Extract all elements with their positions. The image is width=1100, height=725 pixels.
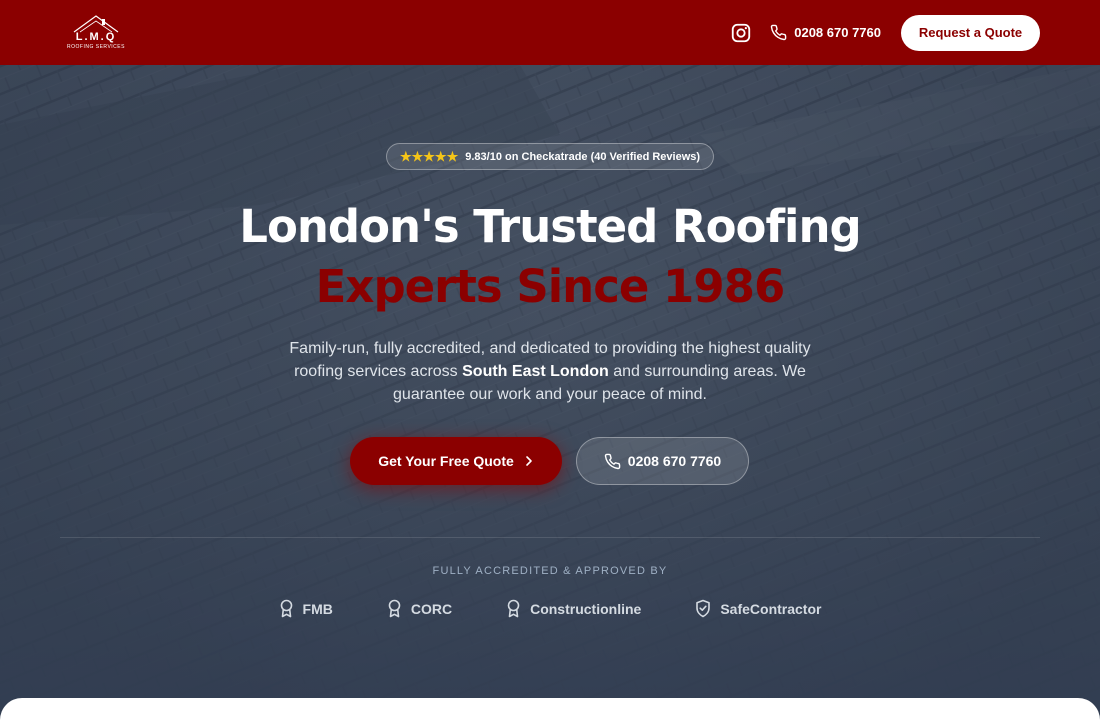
logo[interactable]: L.M.Q ROOFING SERVICES: [60, 13, 132, 53]
accreditation-corc: CORC: [387, 599, 452, 618]
description-highlight: South East London: [462, 363, 609, 380]
accreditations-title: FULLY ACCREDITED & APPROVED BY: [432, 565, 668, 577]
free-quote-label: Get Your Free Quote: [378, 453, 514, 469]
phone-icon: [771, 24, 787, 41]
headline-line-2: Experts Since 1986: [315, 260, 786, 313]
call-button-label: 0208 670 7760: [627, 453, 722, 469]
accreditation-label: SafeContractor: [720, 600, 822, 617]
headline-line-1: London's Trusted Roofing: [239, 200, 861, 253]
phone-icon: [604, 453, 621, 469]
call-button[interactable]: 0208 670 7760: [576, 437, 749, 485]
accreditation-safecontractor: SafeContractor: [695, 599, 821, 618]
rating-badge: ★★★★★ 9.83/10 on Checkatrade (40 Verifie…: [386, 143, 714, 170]
request-quote-button[interactable]: Request a Quote: [901, 14, 1040, 51]
header-phone-link[interactable]: 0208 670 7760: [770, 24, 881, 41]
next-section-panel: [0, 698, 1100, 725]
accreditation-label: Constructionline: [530, 600, 642, 617]
site-header: L.M.Q ROOFING SERVICES 0208 670 7760 Req…: [0, 0, 1100, 65]
accreditations-list: FMB CORC Constructionline SafeContractor: [0, 599, 1100, 618]
award-icon: [388, 599, 401, 618]
accreditation-constructionline: Constructionline: [506, 599, 641, 618]
hero-section: ★★★★★ 9.83/10 on Checkatrade (40 Verifie…: [0, 65, 1100, 725]
rating-text: 9.83/10 on Checkatrade (40 Verified Revi…: [465, 150, 701, 163]
star-rating-icon: ★★★★★: [399, 148, 459, 164]
hero-description: Family-run, fully accredited, and dedica…: [275, 337, 825, 406]
chevron-right-icon: [526, 456, 532, 466]
accreditation-label: FMB: [302, 600, 333, 617]
logo-text: L.M.Q: [75, 30, 117, 43]
free-quote-button[interactable]: Get Your Free Quote: [350, 437, 562, 485]
instagram-icon[interactable]: [730, 22, 752, 44]
accreditation-fmb: FMB: [279, 599, 333, 618]
award-icon: [280, 599, 292, 618]
header-actions: 0208 670 7760 Request a Quote: [730, 14, 1040, 51]
logo-subtext: ROOFING SERVICES: [67, 43, 125, 50]
award-icon: [507, 599, 520, 618]
shield-check-icon: [696, 599, 711, 618]
section-divider: [60, 537, 1040, 538]
accreditation-label: CORC: [410, 600, 453, 617]
header-phone-number: 0208 670 7760: [794, 25, 881, 40]
